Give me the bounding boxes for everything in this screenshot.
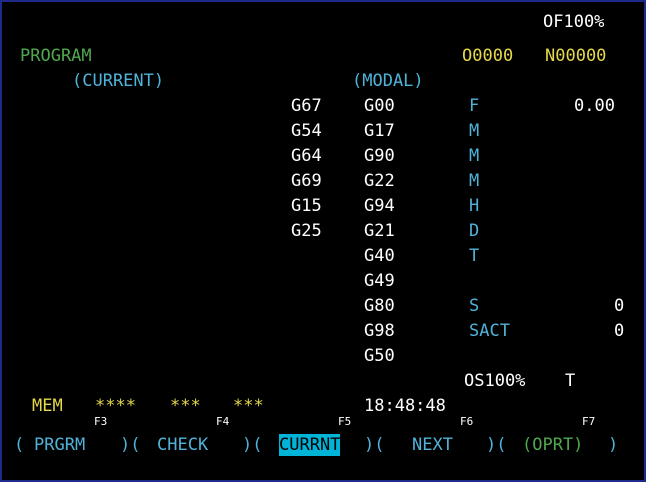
softkey-check[interactable]: CHECK [157,434,208,456]
modal-code: G94 [364,196,395,216]
fkey-label: F5 [338,415,352,428]
modal-code: G98 [364,321,395,341]
softkey-currnt[interactable]: CURRNT [279,434,341,456]
tool-label: T [565,371,576,391]
modal-code: G80 [364,296,395,316]
mode-indicator: MEM [32,396,63,416]
aux-label-f: F [469,96,480,116]
current-heading: (CURRENT) [72,71,165,91]
current-code: G54 [291,121,322,141]
fkey-label: F7 [582,415,596,428]
aux-label-t: T [469,246,480,266]
current-code: G25 [291,221,322,241]
fkey-label: F3 [94,415,108,428]
spindle-label: S [469,296,480,316]
spindle-value: 0 [614,296,625,316]
program-n-number: N00000 [545,46,607,66]
cnc-screen: OF100% PROGRAM O0000 N00000 (CURRENT) (M… [0,0,646,482]
softkey-next[interactable]: NEXT [412,434,453,456]
current-code: G64 [291,146,322,166]
aux-label-d: D [469,221,480,241]
status-field: *** [170,396,201,416]
modal-heading: (MODAL) [352,71,424,91]
program-title: PROGRAM [20,46,92,66]
softkey-prgrm[interactable]: PRGRM [34,434,85,456]
feed-value: 0.00 [574,96,615,116]
aux-label-h: H [469,196,480,216]
modal-code: G90 [364,146,395,166]
current-code: G69 [291,171,322,191]
softkey-separator: )( [242,435,263,455]
softkey-separator: )( [120,435,141,455]
softkey-separator: )( [364,435,385,455]
aux-label-m: M [469,121,480,141]
fkey-label: F6 [460,415,474,428]
spindle-actual-value: 0 [614,321,625,341]
modal-code: G50 [364,346,395,366]
softkey-bracket-open: ( [14,435,25,455]
program-o-number: O0000 [462,46,514,66]
modal-code: G17 [364,121,395,141]
fkey-label: F4 [216,415,230,428]
current-code: G15 [291,196,322,216]
aux-label-m: M [469,146,480,166]
current-code: G67 [291,96,322,116]
clock: 18:48:48 [364,396,446,416]
status-field: **** [95,396,136,416]
modal-code: G40 [364,246,395,266]
modal-code: G21 [364,221,395,241]
modal-code: G22 [364,171,395,191]
softkey-oprt[interactable]: (OPRT) [522,434,583,456]
modal-code: G00 [364,96,395,116]
spindle-override: OS100% [464,371,526,391]
softkey-separator: )( [486,435,507,455]
modal-code: G49 [364,271,395,291]
spindle-actual-label: SACT [469,321,510,341]
feed-override: OF100% [543,12,605,32]
softkey-bracket-close: ) [608,435,619,455]
aux-label-m: M [469,171,480,191]
status-field: *** [233,396,264,416]
